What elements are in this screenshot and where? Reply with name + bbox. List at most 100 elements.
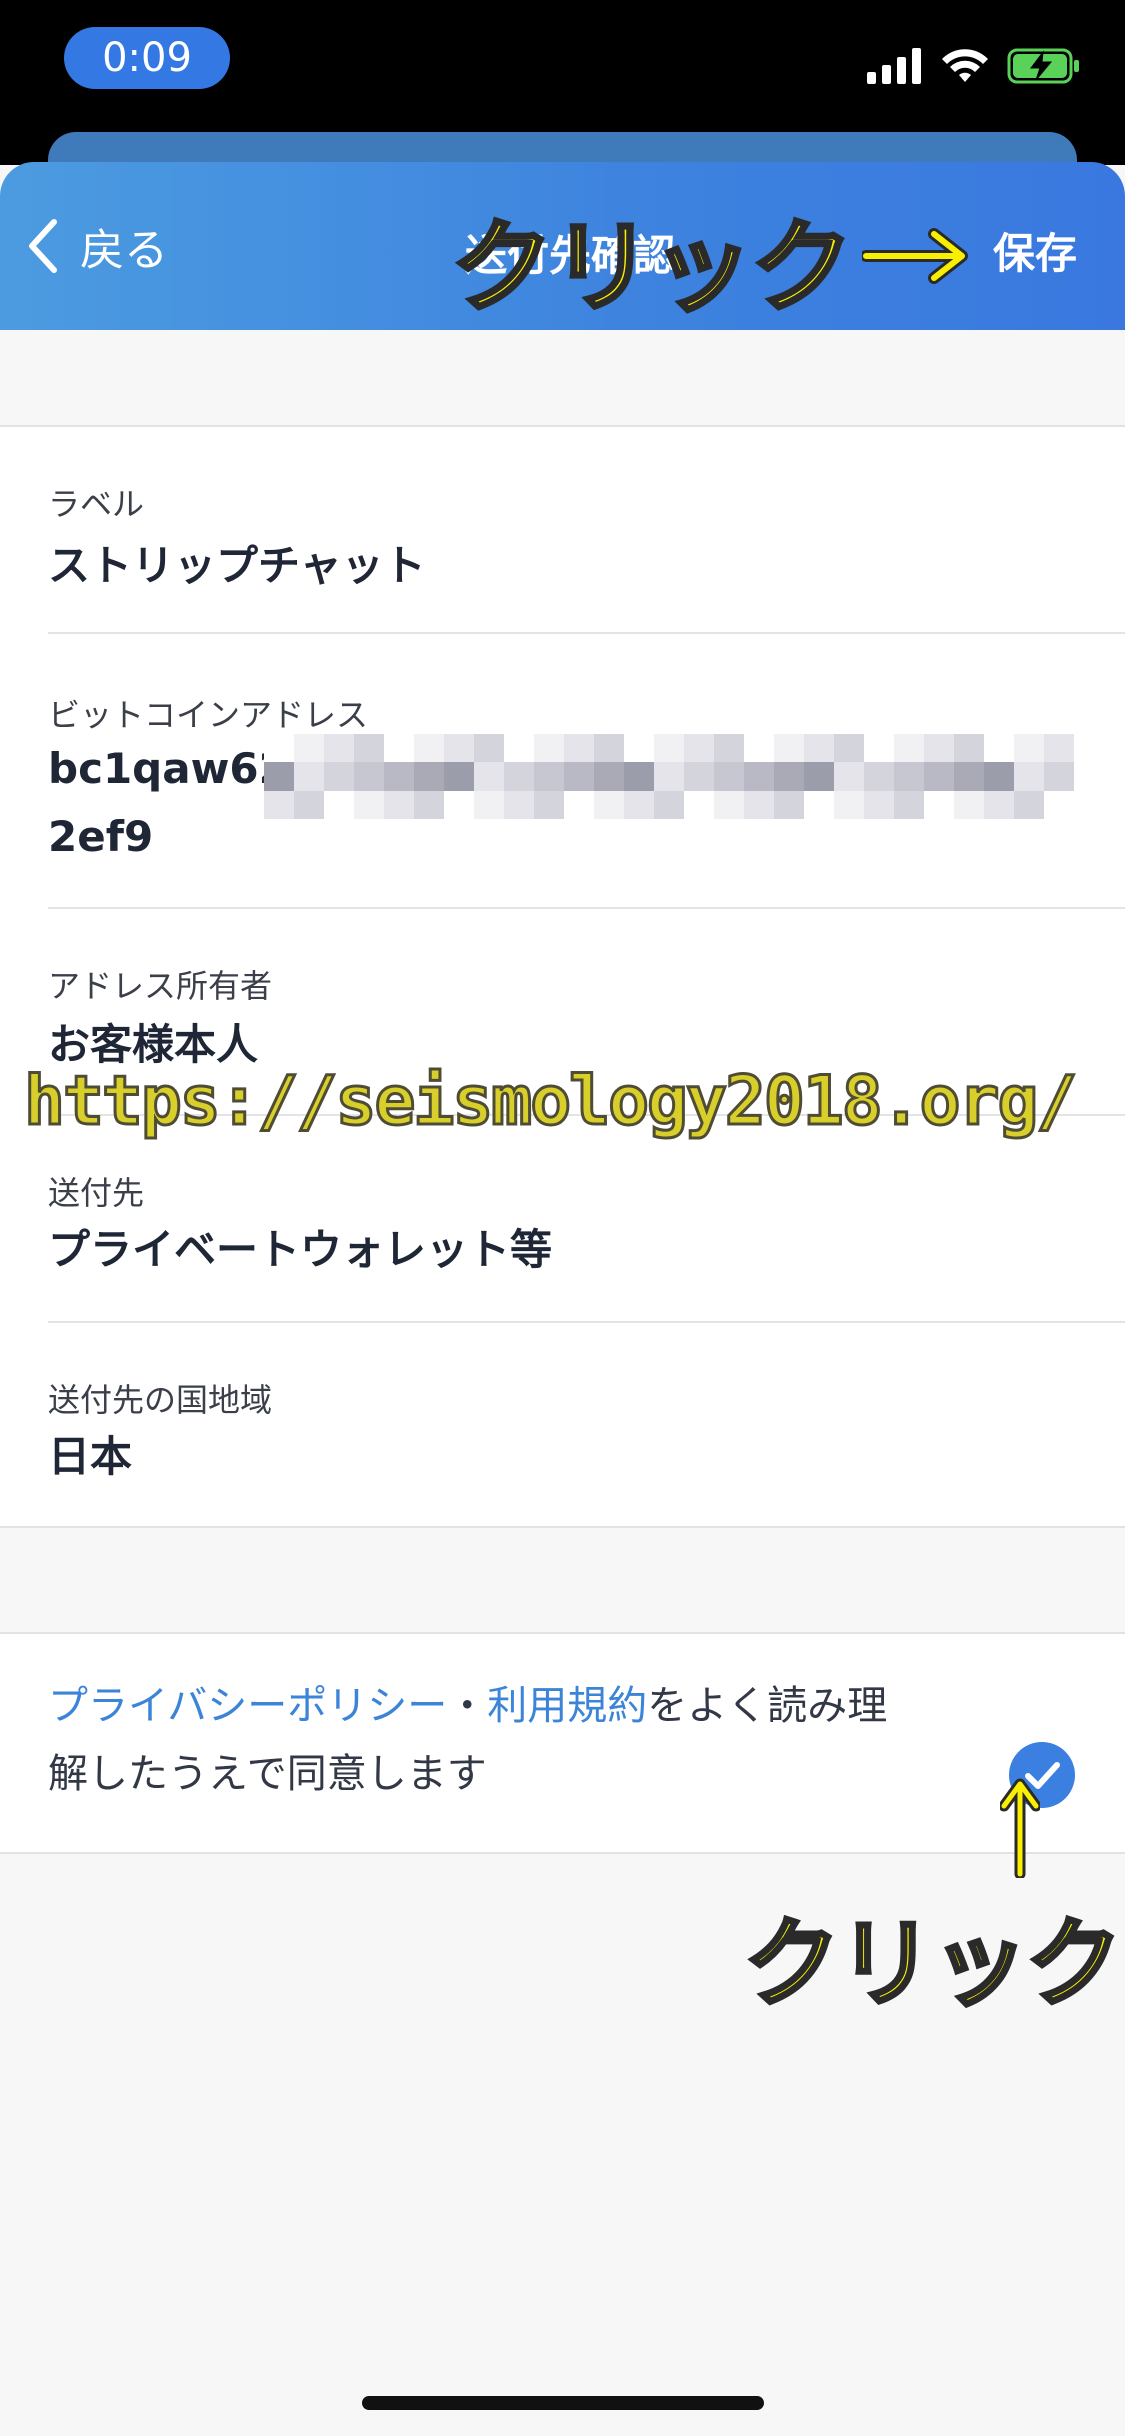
pixel-block	[924, 790, 954, 819]
pixel-block	[1044, 734, 1074, 763]
address-field-title: ビットコインアドレス	[48, 696, 369, 734]
pixel-block	[594, 790, 624, 819]
address-value-start: bc1qaw62	[48, 744, 288, 793]
pixel-block	[864, 734, 894, 763]
battery-charging-icon	[1007, 48, 1079, 84]
pixel-block	[714, 762, 744, 791]
pixel-block	[294, 762, 324, 791]
wifi-icon	[942, 49, 988, 82]
pixel-block	[594, 762, 624, 791]
pixel-block	[894, 762, 924, 791]
pixel-block	[654, 790, 684, 819]
agreement-row[interactable]: プライバシーポリシー・利用規約をよく読み理 解したうえで同意します	[0, 1632, 1125, 1854]
destination-field-value: プライベートウォレット等	[48, 1225, 553, 1274]
pixel-block	[624, 734, 654, 763]
pixel-block	[774, 790, 804, 819]
pixel-block	[834, 790, 864, 819]
pixel-block	[504, 734, 534, 763]
pixel-block	[744, 762, 774, 791]
pixel-block	[444, 734, 474, 763]
pixel-block	[324, 734, 354, 763]
pixel-block	[1014, 762, 1044, 791]
pixel-block	[504, 762, 534, 791]
pixel-block	[954, 790, 984, 819]
pixel-block	[894, 734, 924, 763]
pixel-block	[834, 762, 864, 791]
pixel-block	[864, 790, 894, 819]
address-value-end: 2ef9	[48, 812, 154, 861]
pixel-block	[414, 790, 444, 819]
save-button[interactable]: 保存	[993, 220, 1077, 281]
pixel-block	[804, 790, 834, 819]
status-icons	[867, 44, 1081, 88]
pixel-block	[774, 734, 804, 763]
pixel-block	[474, 734, 504, 763]
pixel-block	[984, 762, 1014, 791]
agreement-text-line1: をよく読み理	[647, 1683, 888, 1729]
pixel-block	[564, 762, 594, 791]
pixel-block	[264, 762, 294, 791]
watermark-url: https://seismology2018.org/	[22, 1061, 1078, 1143]
pixel-block	[894, 790, 924, 819]
pixel-block	[684, 790, 714, 819]
pixel-block	[774, 762, 804, 791]
label-field-value: ストリップチャット	[48, 541, 426, 590]
pixel-block	[324, 790, 354, 819]
pixel-block	[1014, 790, 1044, 819]
pixel-block	[984, 790, 1014, 819]
annotation-click-bottom: クリック	[742, 1906, 1124, 2022]
privacy-policy-link[interactable]: プライバシーポリシー	[48, 1683, 447, 1729]
signal-icon	[867, 48, 921, 84]
pixel-block	[474, 790, 504, 819]
annotation-click-top: クリック	[449, 207, 855, 328]
pixel-block	[264, 790, 294, 819]
terms-link[interactable]: 利用規約	[487, 1683, 647, 1729]
pixel-block	[504, 790, 534, 819]
pixel-block	[534, 734, 564, 763]
pixel-block	[924, 762, 954, 791]
country-row: 送付先の国地域 日本	[48, 1323, 1125, 1526]
label-field-title: ラベル	[48, 485, 145, 523]
pixel-block	[564, 790, 594, 819]
pixel-block	[294, 734, 324, 763]
destination-row: 送付先 プライベートウォレット等	[48, 1116, 1125, 1323]
back-label: 戻る	[80, 225, 168, 276]
pixel-block	[564, 734, 594, 763]
pixel-block	[954, 762, 984, 791]
home-indicator	[362, 2396, 764, 2410]
pixel-block	[744, 734, 774, 763]
pixel-block	[624, 762, 654, 791]
pixel-block	[384, 762, 414, 791]
pixel-block	[324, 762, 354, 791]
pixel-block	[414, 734, 444, 763]
pixel-block	[444, 790, 474, 819]
pixel-block	[654, 762, 684, 791]
address-pixelated-mask	[264, 734, 1074, 819]
pixel-block	[684, 762, 714, 791]
pixel-block	[444, 762, 474, 791]
pixel-block	[474, 762, 504, 791]
pixel-block	[534, 762, 564, 791]
pixel-block	[294, 790, 324, 819]
pixel-block	[924, 734, 954, 763]
agreement-text-line2: 解したうえで同意します	[48, 1751, 487, 1797]
pixel-block	[354, 762, 384, 791]
pixel-block	[714, 790, 744, 819]
back-button[interactable]: 戻る	[26, 214, 168, 278]
pixel-block	[864, 762, 894, 791]
pixel-block	[1044, 762, 1074, 791]
pixel-block	[834, 734, 864, 763]
address-row: ビットコインアドレス bc1qaw62 2ef9	[48, 634, 1125, 909]
agreement-text: プライバシーポリシー・利用規約をよく読み理 解したうえで同意します	[48, 1672, 968, 1808]
country-field-value: 日本	[48, 1432, 133, 1481]
status-time: 0:09	[64, 27, 230, 89]
pixel-block	[654, 734, 684, 763]
arrow-right-icon	[862, 228, 968, 284]
pixel-block	[954, 734, 984, 763]
pixel-block	[384, 734, 414, 763]
chevron-left-icon	[29, 219, 57, 273]
pixel-block	[534, 790, 564, 819]
pixel-block	[624, 790, 654, 819]
pixel-block	[594, 734, 624, 763]
pixel-block	[804, 734, 834, 763]
